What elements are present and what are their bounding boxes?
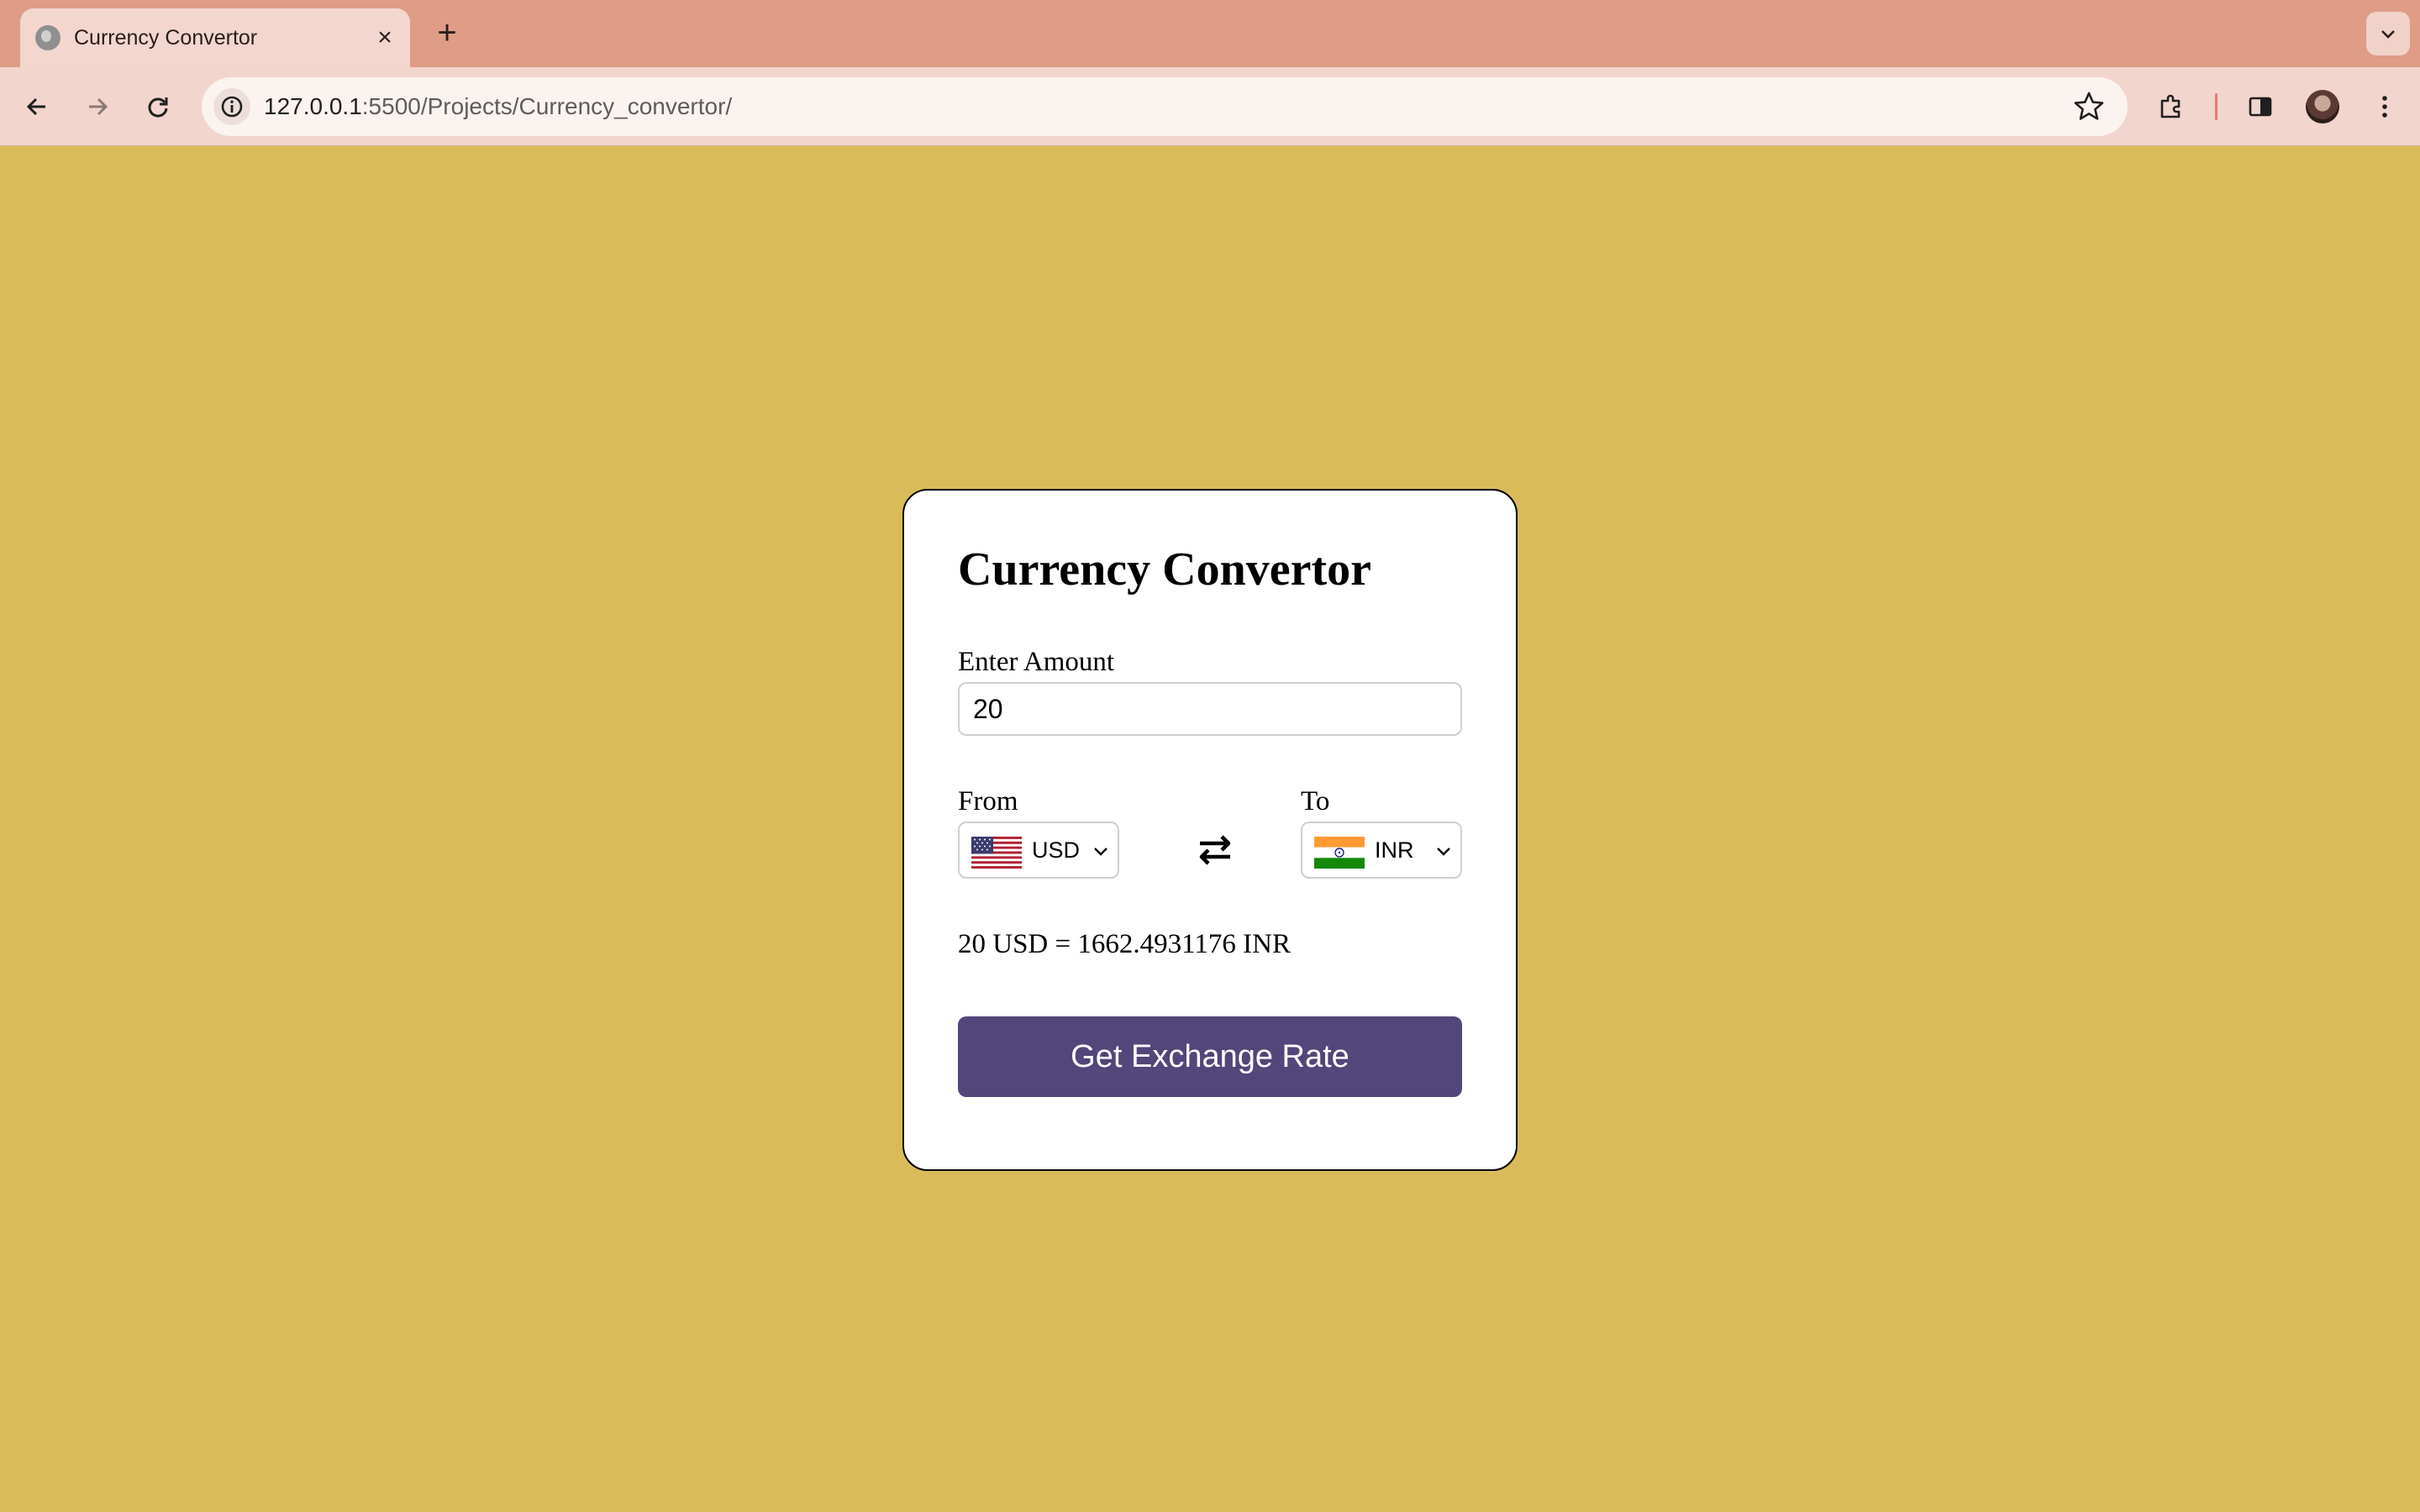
url-host: 127.0.0.1 — [264, 93, 362, 119]
tab-title: Currency Convertor — [74, 26, 258, 50]
forward-button[interactable] — [77, 87, 118, 127]
to-label: To — [1301, 786, 1330, 816]
chevron-down-icon — [1437, 848, 1450, 856]
side-panel-button[interactable] — [2240, 87, 2281, 127]
address-bar[interactable]: 127.0.0.1:5500/Projects/Currency_convert… — [202, 77, 2128, 136]
browser-toolbar: 127.0.0.1:5500/Projects/Currency_convert… — [0, 67, 2420, 146]
globe-icon — [35, 25, 60, 50]
site-info-button[interactable] — [213, 88, 250, 125]
us-flag-icon — [971, 837, 1022, 869]
chevron-down-icon — [2381, 30, 2395, 39]
swap-arrows-icon[interactable] — [1193, 828, 1237, 872]
profile-avatar[interactable] — [2306, 90, 2339, 123]
browser-tab[interactable]: Currency Convertor × — [20, 8, 410, 67]
conversion-result: 20 USD = 1662.4931176 INR — [958, 929, 1291, 959]
arrow-left-icon — [26, 97, 45, 116]
reload-icon — [148, 97, 168, 118]
tab-strip: Currency Convertor × + — [0, 0, 2420, 67]
side-panel-icon — [2249, 97, 2272, 117]
info-icon — [221, 96, 243, 118]
arrow-right-icon — [89, 97, 108, 116]
from-currency-code: USD — [1032, 837, 1081, 863]
chevron-down-icon — [1094, 848, 1107, 856]
amount-label: Enter Amount — [958, 647, 1115, 677]
converter-card: Currency Convertor Enter Amount From USD — [902, 489, 1518, 1171]
back-button[interactable] — [17, 87, 57, 127]
url-text: 127.0.0.1:5500/Projects/Currency_convert… — [264, 77, 732, 136]
reload-button[interactable] — [138, 87, 178, 127]
from-label: From — [958, 786, 1018, 816]
url-path: :5500/Projects/Currency_convertor/ — [361, 93, 733, 119]
new-tab-button[interactable]: + — [429, 12, 466, 54]
close-icon[interactable]: × — [371, 24, 398, 51]
tab-search-button[interactable] — [2366, 12, 2410, 55]
from-currency-select[interactable]: USD — [958, 822, 1119, 879]
to-currency-code: INR — [1375, 837, 1414, 863]
india-flag-icon — [1314, 837, 1365, 869]
get-exchange-rate-button[interactable]: Get Exchange Rate — [958, 1016, 1462, 1097]
page-title: Currency Convertor — [958, 543, 1371, 596]
puzzle-icon — [2160, 94, 2181, 118]
star-icon[interactable] — [2072, 90, 2106, 123]
extensions-button[interactable] — [2151, 87, 2191, 127]
amount-input[interactable] — [958, 682, 1462, 736]
browser-menu-button[interactable] — [2365, 87, 2405, 127]
to-currency-select[interactable]: INR — [1301, 822, 1462, 879]
kebab-menu-icon — [2382, 96, 2387, 118]
toolbar-divider — [2215, 93, 2217, 120]
